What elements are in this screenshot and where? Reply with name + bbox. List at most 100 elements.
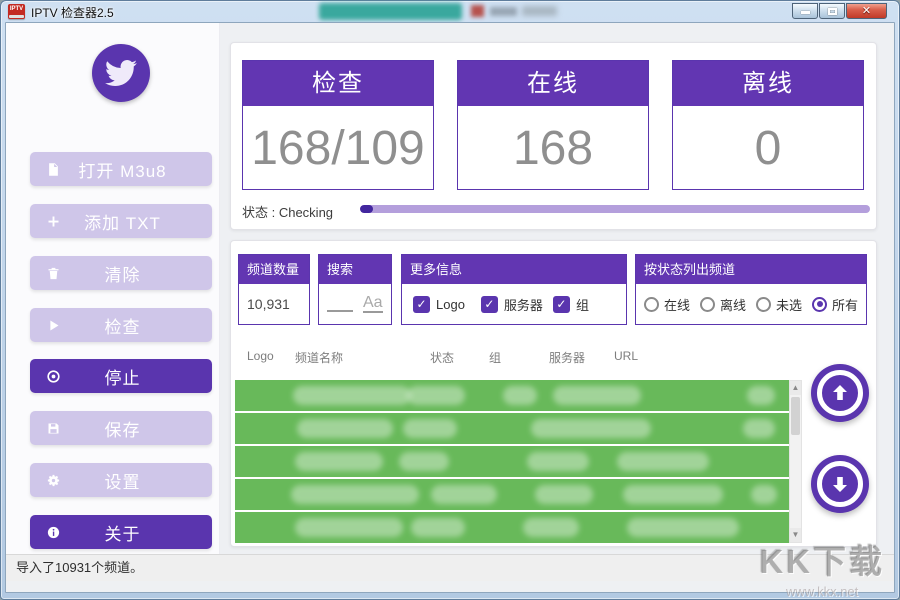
add-txt-button[interactable]: 添加 TXT (30, 204, 212, 238)
radio-all[interactable] (812, 297, 827, 312)
channel-count-value: 10,931 (247, 296, 290, 312)
minimize-button[interactable] (792, 3, 818, 19)
plus-icon (46, 214, 61, 229)
panel-title: 更多信息 (402, 255, 626, 284)
open-m3u8-button[interactable]: 打开 M3u8 (30, 152, 212, 186)
channel-table (235, 380, 789, 543)
radio-offline[interactable] (700, 297, 715, 312)
stop-button[interactable]: 停止 (30, 359, 212, 393)
radio-label: 在线 (664, 295, 690, 314)
blurred-overlay (319, 3, 462, 20)
scroll-bottom-button[interactable] (811, 455, 869, 513)
status-filter-panel: 按状态列出频道 在线 离线 未选 所有 (635, 254, 867, 325)
redacted-cell (751, 485, 777, 504)
radio-label: 离线 (720, 295, 746, 314)
column-header-server[interactable]: 服务器 (549, 349, 585, 366)
radio-label: 所有 (832, 295, 858, 314)
play-icon (46, 318, 61, 333)
redacted-cell (403, 419, 457, 438)
info-icon (46, 525, 61, 540)
stat-card-offline: 离线 0 (672, 60, 864, 190)
stat-value: 168/109 (243, 106, 433, 190)
twitter-bird-icon (105, 57, 137, 89)
check-button[interactable]: 检查 (30, 308, 212, 342)
more-info-panel: 更多信息 Logo 服务器 组 (401, 254, 627, 325)
redacted-cell (297, 419, 393, 438)
redacted-cell (617, 452, 709, 471)
save-button[interactable]: 保存 (30, 411, 212, 445)
sidebar: 打开 M3u8 添加 TXT 清除 检查 停止 保存 (6, 23, 220, 554)
redacted-cell (295, 452, 383, 471)
minimize-icon (801, 11, 810, 14)
table-scrollbar[interactable]: ▲ ▼ (789, 380, 802, 543)
redacted-cell (527, 452, 589, 471)
blurred-overlay (522, 6, 557, 16)
table-row[interactable] (235, 512, 789, 543)
about-button[interactable]: 关于 (30, 515, 212, 549)
close-button[interactable] (846, 3, 887, 19)
panel-title: 搜索 (319, 255, 391, 284)
column-header-url[interactable]: URL (614, 349, 638, 363)
twitter-logo[interactable] (92, 44, 150, 102)
panel-title: 频道数量 (239, 255, 309, 284)
stat-title: 在线 (458, 61, 648, 106)
redacted-cell (503, 386, 537, 405)
column-header-logo[interactable]: Logo (247, 349, 274, 363)
case-sensitive-toggle[interactable]: Aa (363, 295, 383, 314)
checkbox-label: 组 (576, 295, 589, 314)
scroll-top-button[interactable] (811, 364, 869, 422)
panel-title: 按状态列出频道 (636, 255, 866, 284)
redacted-cell (743, 419, 775, 438)
stat-value: 0 (673, 106, 863, 190)
gear-icon (46, 473, 61, 488)
checkbox-label: 服务器 (504, 295, 543, 314)
scroll-down-arrow-icon[interactable]: ▼ (790, 528, 801, 542)
window-title: IPTV 检查器2.5 (31, 4, 114, 21)
column-header-status[interactable]: 状态 (430, 349, 454, 366)
redacted-cell (407, 386, 465, 405)
redacted-cell (399, 452, 449, 471)
group-checkbox[interactable] (553, 296, 570, 313)
logo-checkbox[interactable] (413, 296, 430, 313)
redacted-cell (623, 485, 723, 504)
column-header-name[interactable]: 频道名称 (295, 349, 343, 366)
radio-online[interactable] (644, 297, 659, 312)
status-label: 状态 : Checking (242, 202, 333, 221)
arrow-down-icon (828, 472, 852, 496)
file-icon (46, 162, 61, 177)
blurred-overlay (471, 5, 484, 17)
table-row[interactable] (235, 413, 789, 444)
app-window: IPTV IPTV 检查器2.5 打开 M3u8 添加 TXT (0, 0, 900, 600)
blurred-overlay (490, 7, 517, 16)
redacted-cell (431, 485, 497, 504)
redacted-cell (531, 419, 651, 438)
stat-card-checked: 检查 168/109 (242, 60, 434, 190)
radio-unselected[interactable] (756, 297, 771, 312)
settings-button[interactable]: 设置 (30, 463, 212, 497)
search-input[interactable] (327, 310, 353, 312)
scroll-up-arrow-icon[interactable]: ▲ (790, 381, 801, 395)
table-row[interactable] (235, 446, 789, 477)
table-row[interactable] (235, 479, 789, 510)
search-panel: 搜索 Aa (318, 254, 392, 325)
clear-button[interactable]: 清除 (30, 256, 212, 290)
column-header-group[interactable]: 组 (489, 349, 501, 366)
statusbar: 导入了10931个频道。 (6, 554, 894, 581)
stat-value: 168 (458, 106, 648, 190)
progress-fill (360, 205, 373, 213)
redacted-cell (627, 518, 739, 537)
redacted-cell (523, 518, 579, 537)
app-icon: IPTV (8, 4, 25, 19)
checkbox-label: Logo (436, 297, 465, 312)
redacted-cell (291, 485, 419, 504)
maximize-button[interactable] (819, 3, 845, 19)
scrollbar-thumb[interactable] (791, 397, 800, 435)
titlebar[interactable]: IPTV IPTV 检查器2.5 (1, 1, 899, 22)
progress-bar (360, 205, 870, 213)
record-icon (46, 369, 61, 384)
server-checkbox[interactable] (481, 296, 498, 313)
table-row[interactable] (235, 380, 789, 411)
redacted-cell (295, 518, 403, 537)
app-icon-text: IPTV (10, 6, 23, 12)
maximize-icon (828, 8, 837, 15)
